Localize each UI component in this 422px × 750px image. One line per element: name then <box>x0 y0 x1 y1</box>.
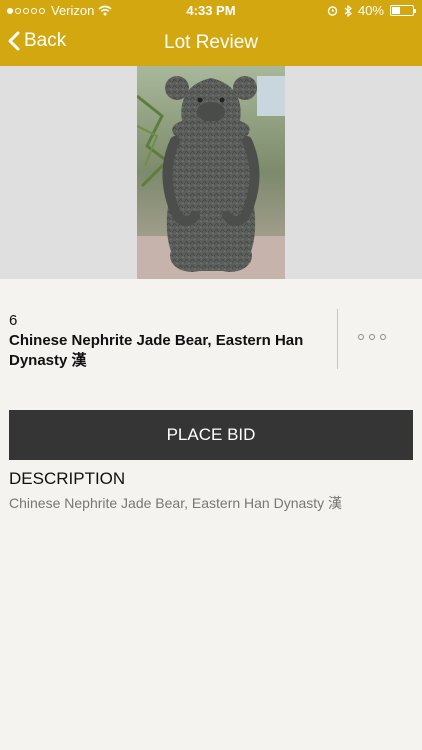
description-text: Chinese Nephrite Jade Bear, Eastern Han … <box>9 495 343 511</box>
status-bar: Verizon 4:33 PM 40% <box>0 0 422 22</box>
navigation-bar: Back Lot Review <box>0 22 422 66</box>
vertical-divider <box>337 309 338 369</box>
more-dot-icon <box>369 334 375 340</box>
more-dot-icon <box>380 334 386 340</box>
battery-percent: 40% <box>357 3 384 18</box>
more-options-button[interactable] <box>358 334 386 340</box>
lot-image-area <box>0 66 422 279</box>
alarm-icon <box>327 6 338 16</box>
status-right: 40% <box>327 3 416 18</box>
top-bar: Verizon 4:33 PM 40% Back Lot Review <box>0 0 422 66</box>
more-dot-icon <box>358 334 364 340</box>
place-bid-button[interactable]: PLACE BID <box>9 410 413 460</box>
page-title: Lot Review <box>164 32 258 53</box>
battery-icon <box>390 5 416 16</box>
jade-bear-image <box>137 66 285 279</box>
lot-info: 6 Chinese Nephrite Jade Bear, Eastern Ha… <box>0 279 422 391</box>
description-heading: DESCRIPTION <box>9 469 126 488</box>
lot-title: Chinese Nephrite Jade Bear, Eastern Han … <box>9 332 304 369</box>
lot-number: 6 <box>9 312 18 329</box>
bluetooth-icon <box>344 4 352 17</box>
lot-photo[interactable] <box>137 66 285 279</box>
